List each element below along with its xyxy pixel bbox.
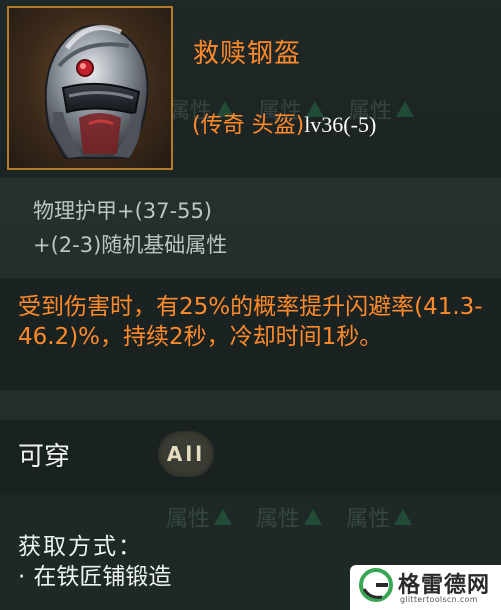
watermark-item: 属性 [166,501,233,533]
stat-random-attributes: +(2-3)随机基础属性 [33,233,228,257]
item-type-close: ) [295,113,305,138]
item-type-open: ( [192,113,201,138]
item-name: 救赎钢盔 [193,39,302,69]
item-type: 传奇 头盔 [200,113,296,138]
site-logo-url: glittertoolscn.com [400,595,478,604]
obtain-title: 获取方式： [18,534,143,560]
site-logo[interactable]: 格雷德网 glittertoolscn.com [350,565,501,610]
g-logo-icon [359,568,393,602]
item-level: lv36(-5) [304,112,377,137]
watermark-row-bottom: 属性 属性 属性 [166,501,413,533]
item-effect-text: 受到伤害时，有25%的概率提升闪避率(41.3-46.2)%，持续2秒，冷却时间… [18,294,483,350]
stats-band [0,178,501,278]
helmet-icon [44,24,149,159]
watermark-item: 属性 [256,501,323,533]
wearable-band [0,420,501,495]
divider-band [0,390,501,420]
item-tooltip-panel: 属性 属性 属性 属性 属性 属性 救赎钢盔 (传奇 头盔)lv36(-5) 物… [0,0,501,610]
stat-physical-armor: 物理护甲+(37-55) [33,199,213,223]
wearable-label: 可穿 [18,442,71,472]
item-type-level: (传奇 头盔)lv36(-5) [192,107,376,139]
obtain-method: · 在铁匠铺锻造 [18,557,171,591]
up-arrow-icon [214,509,233,525]
watermark-item: 属性 [346,501,413,533]
obtain-method-text: 在铁匠铺锻造 [33,564,172,590]
item-icon-frame[interactable] [7,6,173,170]
class-badge: All [158,431,214,477]
up-arrow-icon [394,509,413,525]
up-arrow-icon [304,509,323,525]
bullet: · [18,564,26,590]
